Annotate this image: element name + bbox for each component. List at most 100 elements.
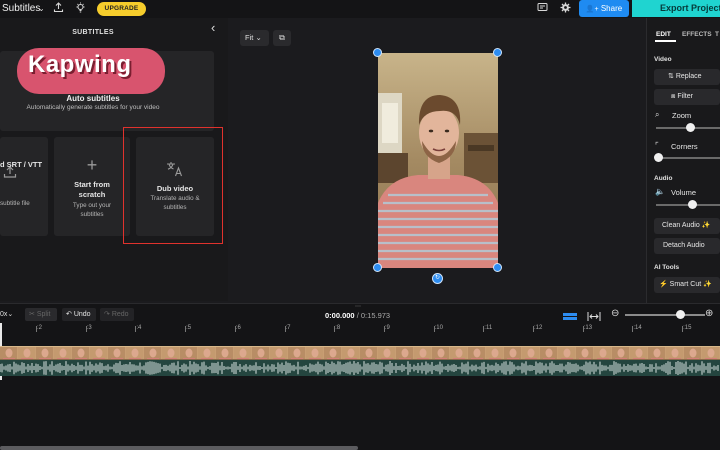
audio-waveform[interactable] <box>0 360 720 376</box>
zoom-slider-knob[interactable] <box>686 123 695 132</box>
corners-slider[interactable] <box>656 157 720 159</box>
ruler-tick-line <box>533 326 534 332</box>
split-label: Split <box>36 311 51 318</box>
volume-label: Volume <box>671 188 697 197</box>
zoom-label: Zoom <box>672 111 692 120</box>
video-track-clip[interactable] <box>0 346 720 360</box>
clean-audio-button[interactable]: Clean Audio ✨ <box>654 218 720 234</box>
filter-button[interactable]: ⧈ Filter <box>654 89 720 105</box>
ai-tools-label: AI Tools <box>654 264 680 271</box>
ruler-tick: :4 <box>136 325 142 331</box>
resize-handle-top-right[interactable] <box>493 48 502 57</box>
horizontal-scrollbar[interactable] <box>0 446 358 450</box>
timecode: 0:00.000 / 0:15.973 <box>325 311 390 320</box>
project-title[interactable]: Subtitles <box>2 3 40 14</box>
upload-icon[interactable] <box>53 2 64 17</box>
gear-icon[interactable] <box>560 2 571 17</box>
ruler-tick-line <box>682 326 684 332</box>
start-from-scratch-card[interactable]: + Start from scratch Type out your subti… <box>54 137 130 236</box>
external-link-icon[interactable]: ⧉ <box>273 30 291 46</box>
ruler-tick: :11 <box>484 325 493 331</box>
ruler-tick: :9 <box>384 325 390 331</box>
ruler-tick: :2 <box>37 325 43 331</box>
resize-handle-bottom-left[interactable] <box>373 263 382 272</box>
rotate-handle-icon[interactable]: ↻ <box>432 273 443 284</box>
ruler-tick: :12 <box>534 325 543 331</box>
tab-edit-underline <box>655 40 676 42</box>
upload-srt-card[interactable]: d SRT / VTT subtitle file <box>0 137 48 236</box>
video-section-label: Video <box>654 56 672 63</box>
sparkle-icon: ✨ <box>703 281 712 288</box>
zoom-out-icon[interactable]: ⊖ <box>611 308 619 319</box>
corners-slider-knob[interactable] <box>654 153 663 162</box>
audio-section-label: Audio <box>654 175 673 182</box>
clean-audio-label: Clean Audio <box>662 222 700 229</box>
split-button[interactable]: ✂ Split <box>25 308 57 321</box>
tab-timing[interactable]: T <box>715 31 719 38</box>
comment-icon[interactable] <box>537 2 548 17</box>
tab-edit[interactable]: EDIT <box>656 31 671 38</box>
ruler-tick: :8 <box>335 325 341 331</box>
undo-label: Undo <box>73 311 91 318</box>
ruler-tick: :13 <box>583 325 593 331</box>
ruler-tick-line <box>632 326 634 332</box>
fit-dropdown[interactable]: Fit ⌄ <box>240 30 269 46</box>
tab-effects[interactable]: EFFECTS <box>682 31 712 38</box>
video-preview[interactable] <box>378 53 498 268</box>
total-time: 0:15.973 <box>360 311 391 320</box>
scratch-title-2: scratch <box>78 190 106 199</box>
ruler-tick-line <box>135 326 137 332</box>
detach-audio-label: Detach Audio <box>663 242 705 249</box>
redo-icon: ↷ <box>104 311 110 318</box>
undo-icon: ↶ <box>66 311 72 318</box>
upgrade-button[interactable]: UPGRADE <box>97 2 146 16</box>
fit-timeline-icon[interactable] <box>587 309 601 321</box>
ruler-tick: :3 <box>86 325 92 331</box>
sparkle-icon: ✨ <box>701 222 711 229</box>
zoom-in-icon[interactable]: ⊕ <box>705 308 713 319</box>
lightbulb-icon[interactable] <box>75 2 86 17</box>
volume-icon: 🔈 <box>655 187 665 196</box>
person-add-icon: 👤+ <box>585 6 599 13</box>
kapwing-logo-text: Kapwing <box>28 51 132 78</box>
time-ruler: :2:3:4:5:6:7:8:9:10:11:12:13:14:15 <box>0 325 720 337</box>
filter-label: Filter <box>677 93 693 100</box>
lightning-icon: ⚡ <box>659 281 668 288</box>
redo-button[interactable]: ↷ Redo <box>100 308 134 321</box>
corners-label: Corners <box>671 142 698 151</box>
resize-handle-top-left[interactable] <box>373 48 382 57</box>
resize-handle-bottom-right[interactable] <box>493 263 502 272</box>
ruler-tick-line <box>284 326 286 332</box>
detach-audio-button[interactable]: Detach Audio <box>654 238 720 254</box>
filter-icon: ⧈ <box>671 93 676 100</box>
chevron-down-icon[interactable]: ⌄ <box>38 2 45 16</box>
collapse-panel-icon[interactable]: ‹ <box>211 20 215 35</box>
panel-title: SUBTITLES <box>72 29 114 36</box>
drag-handle-icon[interactable]: ⋯ <box>355 303 365 310</box>
ruler-tick-line <box>36 326 37 332</box>
time-separator: / <box>356 311 359 320</box>
smart-cut-button[interactable]: ⚡ Smart Cut ✨ <box>654 277 720 293</box>
ruler-tick-line <box>185 326 187 332</box>
ruler-tick-line <box>85 326 87 332</box>
ruler-tick-line <box>234 326 236 332</box>
scratch-desc-2: subtitles <box>80 211 104 218</box>
replace-button[interactable]: ⇅ Replace <box>654 69 720 85</box>
dub-video-highlight <box>123 127 223 244</box>
timeline-zoom-knob[interactable] <box>676 310 685 319</box>
replace-label: Replace <box>675 73 702 80</box>
share-button[interactable]: 👤+ Share <box>579 0 629 17</box>
upload-srt-title: d SRT / VTT <box>0 160 43 169</box>
split-view-icon[interactable] <box>562 309 578 320</box>
volume-slider-knob[interactable] <box>688 200 697 209</box>
scratch-desc-1: Type out your <box>72 202 112 209</box>
ruler-tick-line <box>582 326 584 332</box>
zoom-icon: ⌕ <box>655 110 660 119</box>
ruler-tick-line <box>483 326 485 332</box>
export-project-button[interactable]: Export Project <box>632 0 720 17</box>
undo-button[interactable]: ↶ Undo <box>62 308 96 321</box>
ruler-tick: :15 <box>683 325 692 331</box>
timeline-zoom-slider[interactable] <box>625 314 705 316</box>
speed-dropdown[interactable]: 0x⌄ <box>0 308 18 321</box>
ruler-tick-line <box>334 326 336 332</box>
